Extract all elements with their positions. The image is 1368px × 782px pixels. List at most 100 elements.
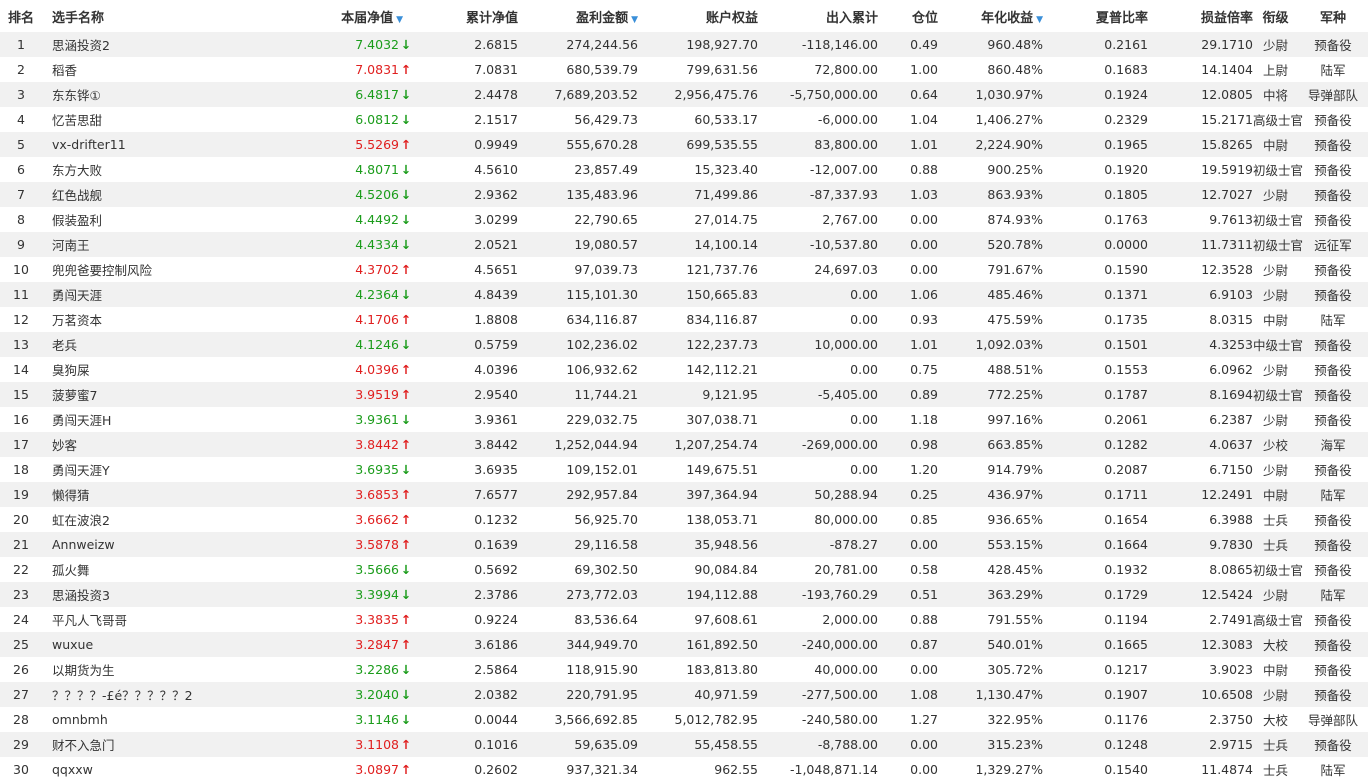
player-name[interactable]: 以期货为生 [42,657,232,682]
table-row[interactable]: 20 虹在波浪2 3.6662 ↑ 0.1232 56,925.70 138,053.71 8… [0,507,1368,532]
position-cell: 1.27 [878,707,938,732]
equity-cell: 5,012,782.95 [638,707,758,732]
player-name[interactable]: 东东铧① [42,82,232,107]
table-row[interactable]: 6 东方大败 4.8071 ↓ 4.5610 23,857.49 15,323.40 -12,… [0,157,1368,182]
table-row[interactable]: 17 妙客 3.8442 ↑ 3.8442 1,252,044.94 1,207,254.7… [0,432,1368,457]
equity-cell: 1,207,254.74 [638,432,758,457]
table-row[interactable]: 1 思涵投资2 7.4032 ↓ 2.6815 274,244.56 198,927.70-… [0,32,1368,57]
arrow-up-icon: ↑ [400,262,412,277]
sort-desc-icon[interactable]: ▼ [1036,15,1043,25]
arrow-down-icon: ↓ [400,237,412,252]
profit-cell: 11,744.21 [518,382,638,407]
table-row[interactable]: 10 兜兜爸要控制风险 4.3702 ↑ 4.5651 97,039.73 121,737.… [0,257,1368,282]
table-row[interactable]: 26 以期货为生 3.2286 ↓ 2.5864 118,915.90 183,813.80… [0,657,1368,682]
sharpe-cell: 0.1805 [1043,182,1148,207]
table-row[interactable]: 3 东东铧① 6.4817 ↓ 2.4478 7,689,203.52 2,956,475.… [0,82,1368,107]
player-name[interactable]: 红色战舰 [42,182,232,207]
table-row[interactable]: 14 臭狗屎 4.0396 ↑ 4.0396 106,932.62 142,112.21 0.… [0,357,1368,382]
annual-return-cell: 1,092.03% [938,332,1043,357]
pl-ratio-cell: 2.3750 [1148,707,1253,732]
player-name[interactable]: 思涵投资3 [42,582,232,607]
player-name[interactable]: qqxxw [42,757,232,782]
inout-cell: -193,760.29 [758,582,878,607]
equity-cell: 97,608.61 [638,607,758,632]
player-name[interactable]: 妙客 [42,432,232,457]
player-name[interactable]: 勇闯天涯Y [42,457,232,482]
table-row[interactable]: 18 勇闯天涯Y 3.6935 ↓ 3.6935 109,152.01 149,675.51… [0,457,1368,482]
nav-value: 4.8071 [355,162,399,177]
cumulative-nav-cell: 2.9540 [416,382,518,407]
player-name[interactable]: 孤火舞 [42,557,232,582]
header-profit[interactable]: 盈利金额 ▼ [518,0,638,32]
table-row[interactable]: 7 红色战舰 4.5206 ↓ 2.9362 135,483.96 71,499.86 -87… [0,182,1368,207]
sharpe-cell: 0.1763 [1043,207,1148,232]
player-name[interactable]: Annweizw [42,532,232,557]
player-name[interactable]: 勇闯天涯H [42,407,232,432]
table-row[interactable]: 16 勇闯天涯H 3.9361 ↓ 3.9361 229,032.75 307,038.71… [0,407,1368,432]
rank-title-cell: 中尉 [1253,132,1298,157]
table-row[interactable]: 23 思涵投资3 3.3994 ↓ 2.3786 273,772.03 194,112.88… [0,582,1368,607]
table-row[interactable]: 12 万茗资本 4.1706 ↑ 1.8808 634,116.87 834,116.87 0… [0,307,1368,332]
sort-desc-icon[interactable]: ▼ [396,15,403,25]
equity-cell: 60,533.17 [638,107,758,132]
player-name[interactable]: 懒得猜 [42,482,232,507]
table-row[interactable]: 19 懒得猜 3.6853 ↑ 7.6577 292,957.84 397,364.94 50… [0,482,1368,507]
player-name[interactable]: 菠萝蜜7 [42,382,232,407]
table-row[interactable]: 30 qqxxw 3.0897 ↑ 0.2602 937,321.34 962.55 -1,0… [0,757,1368,782]
player-name[interactable]: 假装盈利 [42,207,232,232]
player-name[interactable]: 兜兜爸要控制风险 [42,257,232,282]
player-name[interactable]: 忆苦思甜 [42,107,232,132]
player-name[interactable]: 稻香 [42,57,232,82]
sharpe-cell: 0.1787 [1043,382,1148,407]
player-name[interactable]: 思涵投资2 [42,32,232,57]
table-row[interactable]: 9 河南王 4.4334 ↓ 2.0521 19,080.57 14,100.14 -10,5… [0,232,1368,257]
player-name[interactable]: 财不入急门 [42,732,232,757]
profit-cell: 69,302.50 [518,557,638,582]
player-name[interactable]: ？？？？-£é？？？？？2 [42,682,232,707]
header-current-nav[interactable]: 本届净值 ▼ [232,0,416,32]
nav-value: 4.3702 [355,262,399,277]
branch-cell: 预备役 [1298,657,1368,682]
nav-value: 3.6853 [355,487,399,502]
player-name[interactable]: 河南王 [42,232,232,257]
player-name[interactable]: omnbmh [42,707,232,732]
table-row[interactable]: 24 平凡人飞哥哥 3.3835 ↑ 0.9224 83,536.64 97,608.61 2… [0,607,1368,632]
profit-cell: 273,772.03 [518,582,638,607]
annual-return-cell: 1,030.97% [938,82,1043,107]
cumulative-nav-cell: 7.6577 [416,482,518,507]
position-cell: 0.00 [878,232,938,257]
player-name[interactable]: 万茗资本 [42,307,232,332]
table-row[interactable]: 15 菠萝蜜7 3.9519 ↑ 2.9540 11,744.21 9,121.95 -5,4… [0,382,1368,407]
header-annual[interactable]: 年化收益 ▼ [938,0,1043,32]
player-name[interactable]: wuxue [42,632,232,657]
table-row[interactable]: 5 vx-drifter11 5.5269 ↑ 0.9949 555,670.28 699,… [0,132,1368,157]
player-name[interactable]: vx-drifter11 [42,132,232,157]
table-row[interactable]: 21 Annweizw 3.5878 ↑ 0.1639 29,116.58 35,948.5… [0,532,1368,557]
sort-desc-icon[interactable]: ▼ [631,15,638,25]
arrow-up-icon: ↑ [400,762,412,777]
pl-ratio-cell: 6.3988 [1148,507,1253,532]
rank-cell: 24 [0,607,42,632]
table-row[interactable]: 13 老兵 4.1246 ↓ 0.5759 102,236.02 122,237.73 10,… [0,332,1368,357]
table-row[interactable]: 8 假装盈利 4.4492 ↓ 3.0299 22,790.65 27,014.75 2,76… [0,207,1368,232]
table-row[interactable]: 4 忆苦思甜 6.0812 ↓ 2.1517 56,429.73 60,533.17 -6,0… [0,107,1368,132]
player-name[interactable]: 臭狗屎 [42,357,232,382]
player-name[interactable]: 东方大败 [42,157,232,182]
player-name[interactable]: 虹在波浪2 [42,507,232,532]
equity-cell: 9,121.95 [638,382,758,407]
table-row[interactable]: 27 ？？？？-£é？？？？？2 3.2040 ↓ 2.0382 220,791.95 40… [0,682,1368,707]
pl-ratio-cell: 9.7613 [1148,207,1253,232]
table-row[interactable]: 22 孤火舞 3.5666 ↓ 0.5692 69,302.50 90,084.84 20,7… [0,557,1368,582]
table-row[interactable]: 28 omnbmh 3.1146 ↓ 0.0044 3,566,692.85 5,012,7… [0,707,1368,732]
table-row[interactable]: 11 勇闯天涯 4.2364 ↓ 4.8439 115,101.30 150,665.83 0… [0,282,1368,307]
player-name[interactable]: 平凡人飞哥哥 [42,607,232,632]
player-name[interactable]: 勇闯天涯 [42,282,232,307]
table-row[interactable]: 25 wuxue 3.2847 ↑ 3.6186 344,949.70 161,892.50… [0,632,1368,657]
rank-title-cell: 少尉 [1253,32,1298,57]
table-row[interactable]: 2 稻香 7.0831 ↑ 7.0831 680,539.79 799,631.56 72,8… [0,57,1368,82]
table-row[interactable]: 29 财不入急门 3.1108 ↑ 0.1016 59,635.09 55,458.55 -8… [0,732,1368,757]
inout-cell: 2,000.00 [758,607,878,632]
cumulative-nav-cell: 4.5651 [416,257,518,282]
player-name[interactable]: 老兵 [42,332,232,357]
pl-ratio-cell: 6.0962 [1148,357,1253,382]
